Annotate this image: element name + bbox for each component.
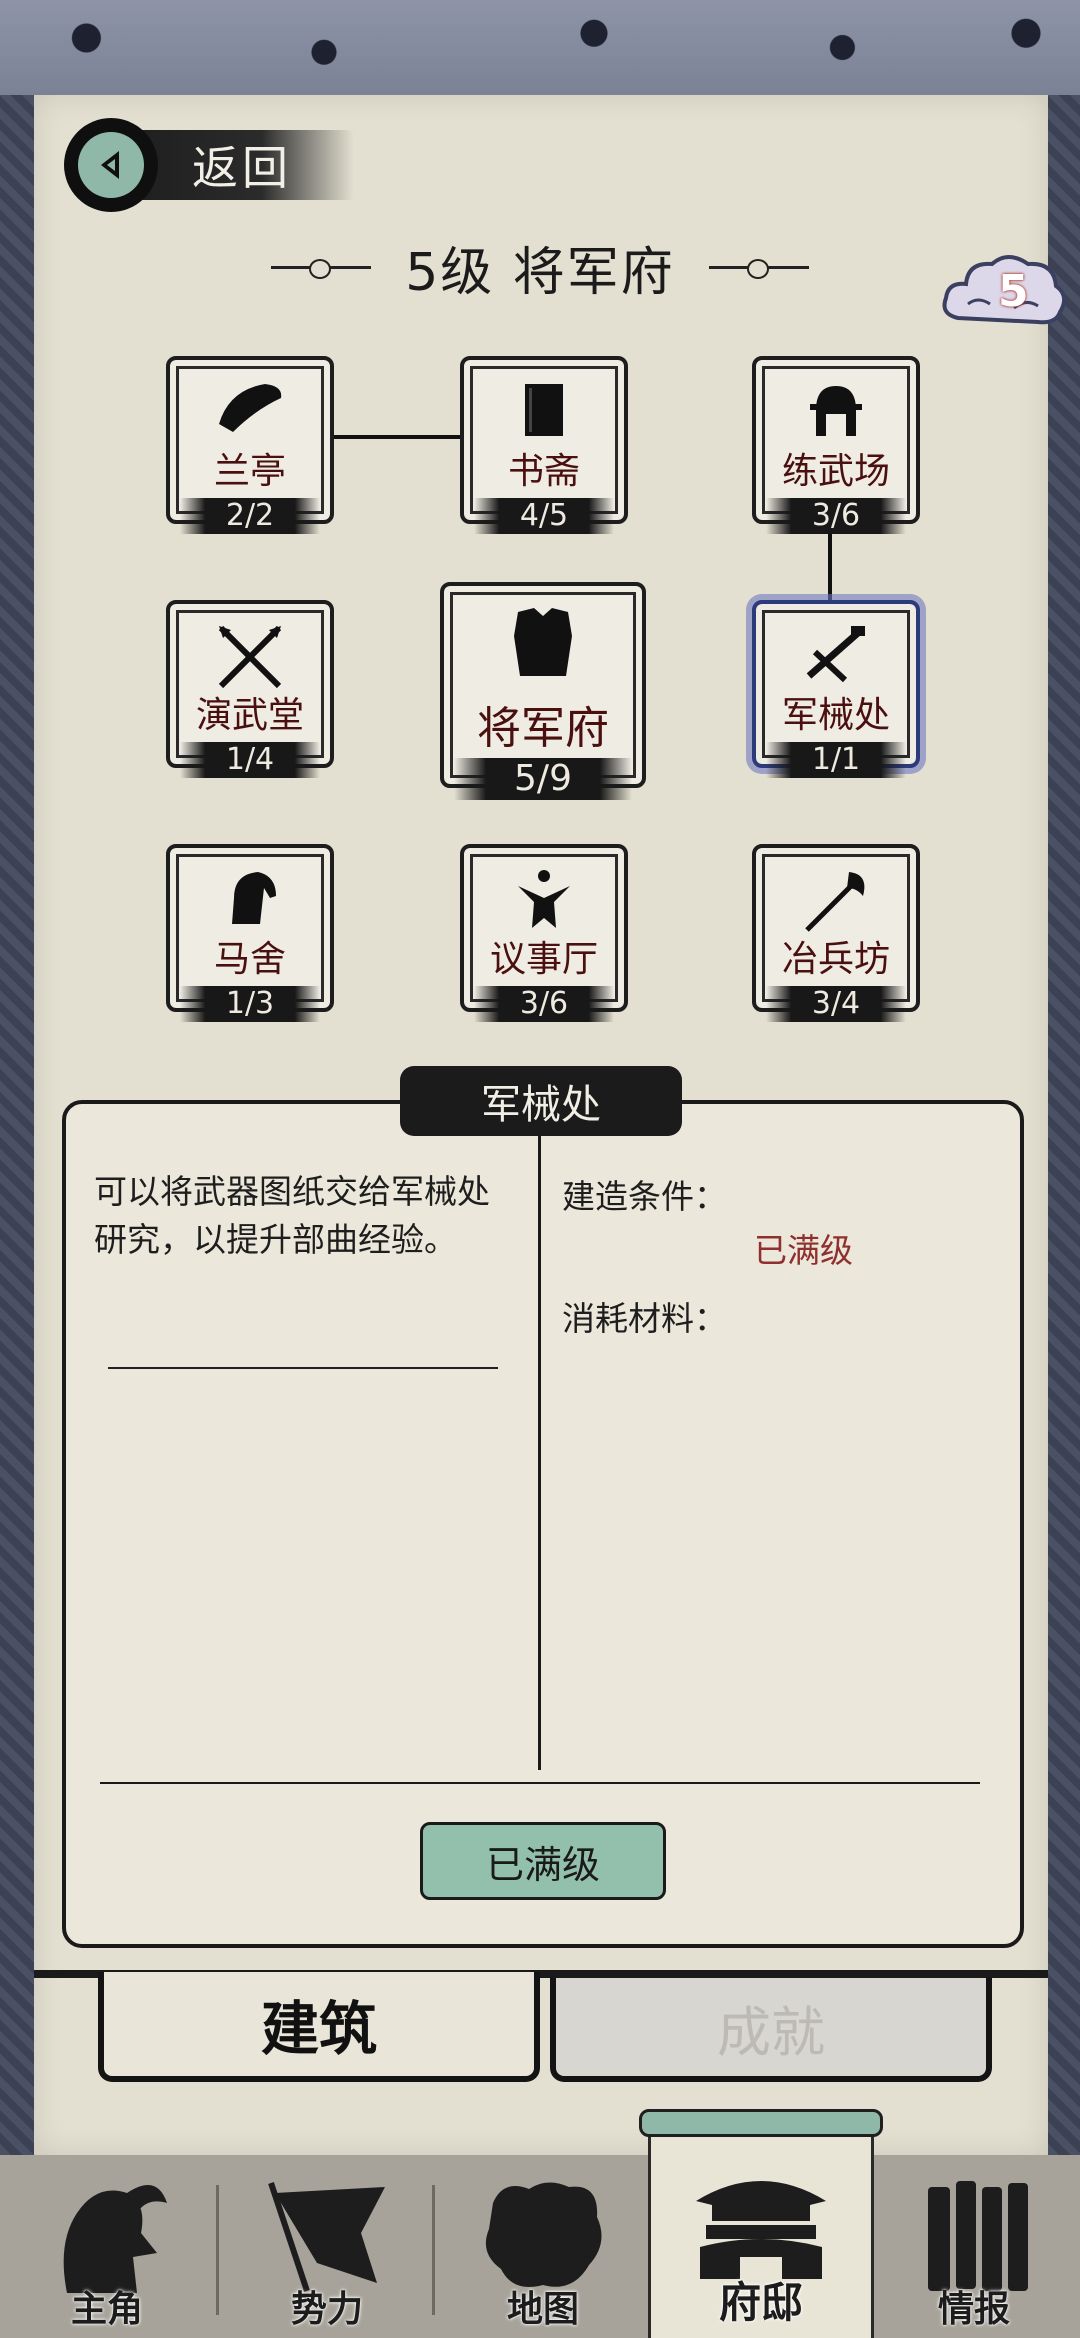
nav-label: 地图 <box>506 2288 579 2330</box>
glaive-icon <box>805 872 865 932</box>
building-yanwutang[interactable]: 演武堂 1/4 <box>166 600 334 778</box>
crossed-spears-icon <box>218 625 282 689</box>
detail-vertical-divider <box>538 1136 541 1770</box>
helmet-icon <box>810 386 862 436</box>
flag-icon <box>268 2182 385 2292</box>
building-jiangjunfu[interactable]: 将军府 5/9 <box>440 582 646 800</box>
active-tab-scroll-roll <box>639 2109 883 2137</box>
building-name: 冶兵坊 <box>781 939 890 980</box>
building-junxiechu[interactable]: 军械处 1/1 <box>752 600 920 778</box>
page-title-row: 5级 将军府 <box>240 232 840 303</box>
building-count: 1/1 <box>766 742 906 778</box>
building-name: 练武场 <box>781 451 890 492</box>
nav-faction[interactable]: 势力 <box>220 2155 434 2338</box>
crossed-swords-icon <box>806 626 865 683</box>
building-name: 马舍 <box>213 939 286 980</box>
title-ornament-right <box>708 259 809 279</box>
building-shuzhai[interactable]: 书斋 4/5 <box>460 356 628 534</box>
bottom-navigation: 主角 势力 地图 府邸 情报 <box>0 2109 1080 2338</box>
level-cloud-badge: 5 <box>938 248 1068 338</box>
nav-label: 情报 <box>937 2288 1010 2330</box>
building-name: 书斋 <box>507 451 580 492</box>
building-description: 可以将武器图纸交给军械处研究，以提升部曲经验。 <box>94 1172 490 1259</box>
building-count: 3/4 <box>766 986 906 1022</box>
building-count: 4/5 <box>474 498 614 534</box>
materials-label: 消耗材料： <box>562 1299 727 1338</box>
nav-hero[interactable]: 主角 <box>0 2155 214 2338</box>
nav-separator <box>216 2185 219 2315</box>
building-count: 3/6 <box>766 498 906 534</box>
building-count: 1/3 <box>180 986 320 1022</box>
building-name: 兰亭 <box>213 451 286 492</box>
hero-portrait-icon <box>63 2185 167 2293</box>
building-yebingfang[interactable]: 冶兵坊 3/4 <box>752 844 920 1022</box>
building-lanting[interactable]: 兰亭 2/2 <box>166 356 334 534</box>
decorative-left-border <box>0 95 34 2155</box>
detail-horizontal-divider <box>100 1782 980 1784</box>
nav-map[interactable]: 地图 <box>436 2155 650 2338</box>
map-icon <box>485 2182 602 2287</box>
build-condition-label: 建造条件： <box>562 1177 727 1216</box>
max-level-button[interactable]: 已满级 <box>420 1822 666 1900</box>
mansion-icon <box>696 2181 826 2279</box>
official-figure-icon <box>518 870 570 928</box>
nav-label: 府邸 <box>718 2278 803 2327</box>
nav-separator <box>432 2185 435 2315</box>
building-name: 军械处 <box>781 695 890 736</box>
tab-achievement[interactable]: 成就 <box>550 1978 992 2082</box>
building-mashe[interactable]: 马舍 1/3 <box>166 844 334 1022</box>
building-name: 将军府 <box>477 703 609 754</box>
title-ornament-left <box>271 259 372 279</box>
decorative-right-border <box>1048 95 1080 2155</box>
back-arrow-icon <box>64 118 158 212</box>
nav-intel[interactable]: 情报 <box>868 2155 1080 2338</box>
pavilion-icon <box>219 384 282 432</box>
building-name: 议事厅 <box>489 939 598 980</box>
building-count: 5/9 <box>454 758 632 800</box>
building-lianwuchang[interactable]: 练武场 3/6 <box>752 356 920 534</box>
building-count: 1/4 <box>180 742 320 778</box>
detail-panel-title: 军械处 <box>400 1066 682 1136</box>
building-count: 2/2 <box>180 498 320 534</box>
description-underline <box>108 1367 498 1369</box>
tab-build[interactable]: 建筑 <box>98 1972 540 2082</box>
nav-label: 主角 <box>70 2288 143 2330</box>
horse-icon <box>232 872 276 924</box>
building-yishiting[interactable]: 议事厅 3/6 <box>460 844 628 1022</box>
building-count: 3/6 <box>474 986 614 1022</box>
page-title: 5级 将军府 <box>405 242 675 303</box>
level-number: 5 <box>998 266 1029 317</box>
decorative-top-border <box>0 0 1080 99</box>
back-label: 返回 <box>192 141 292 195</box>
connector-lanting-shuzhai <box>326 435 464 439</box>
nav-label: 势力 <box>290 2288 363 2330</box>
build-condition-value: 已满级 <box>754 1231 853 1270</box>
building-name: 演武堂 <box>195 695 304 736</box>
back-button[interactable]: 返回 <box>64 118 354 212</box>
scroll-icon <box>928 2181 1028 2291</box>
book-icon <box>525 384 563 436</box>
nav-mansion[interactable]: 府邸 <box>639 2109 883 2338</box>
armor-icon <box>514 608 572 676</box>
